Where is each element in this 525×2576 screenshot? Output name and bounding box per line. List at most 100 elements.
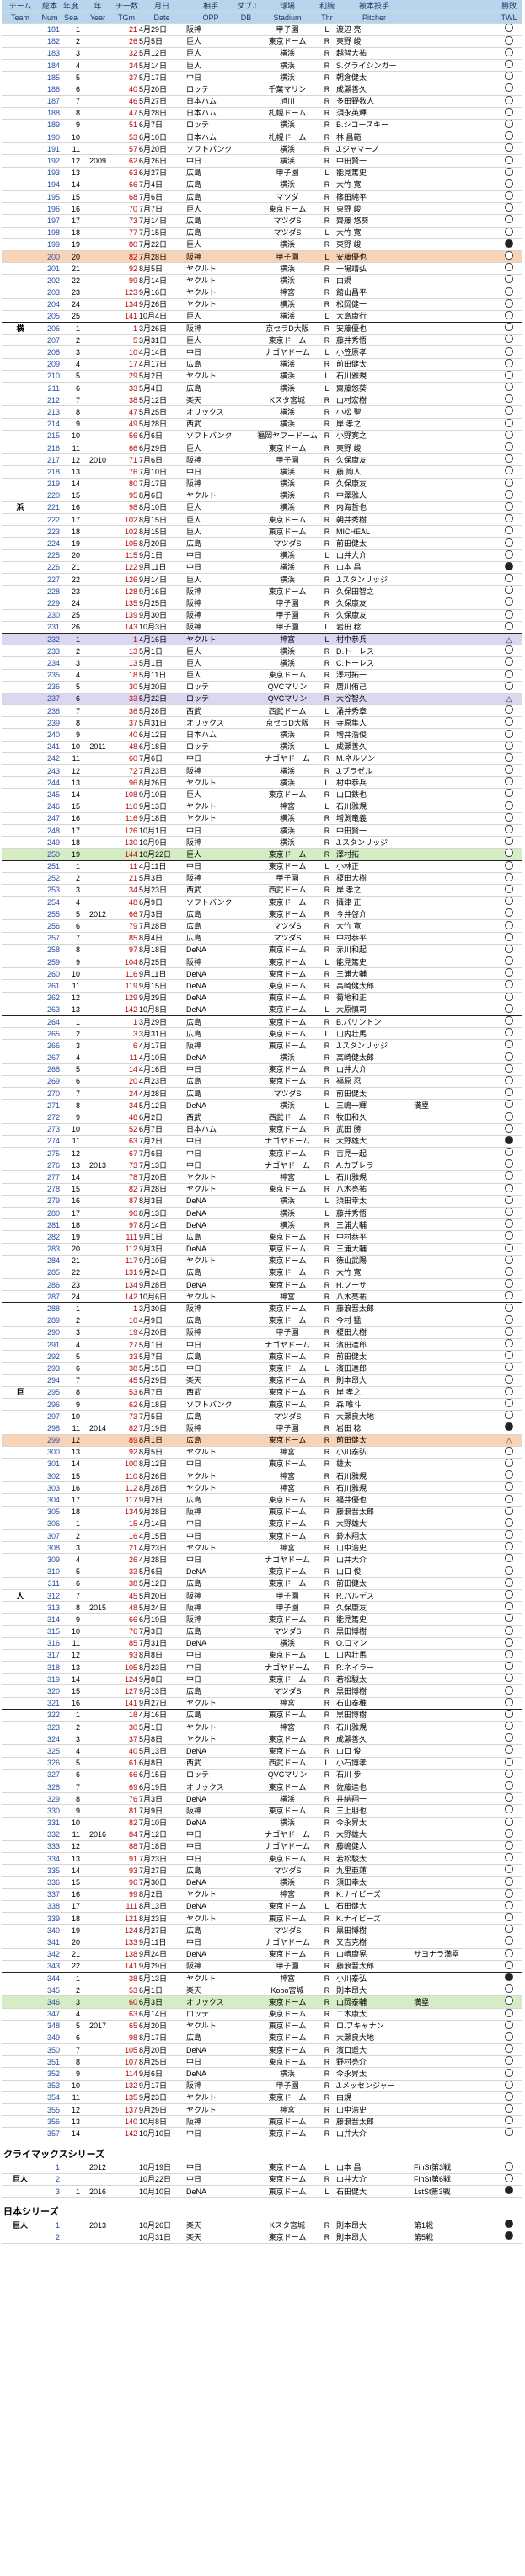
- cell-note: [413, 358, 496, 371]
- cell-year: [81, 142, 115, 156]
- cell-team-game: 112: [115, 1243, 138, 1256]
- cell-opponent: 中日: [185, 1159, 236, 1172]
- cell-stadium: 東京ドーム: [256, 1075, 319, 1089]
- cell-opponent: 広島: [185, 1864, 236, 1877]
- cell-result: [496, 1063, 522, 1076]
- table-row: 185 5 37 5月17日 中日 横浜 R 朝倉健太: [2, 71, 522, 84]
- cell-stadium: マツダS: [256, 932, 319, 945]
- cell-stadium: 神宮: [256, 1290, 319, 1304]
- cell-team-game: 19: [115, 1326, 138, 1340]
- cell-date: 8月23日: [138, 1912, 185, 1925]
- cell-doubleheader: [236, 2043, 256, 2057]
- cell-stadium: 横浜: [256, 1637, 319, 1650]
- cell-opponent: 巨人: [185, 35, 236, 48]
- cell-result: [496, 418, 522, 431]
- cell-team-game: 63: [115, 1135, 138, 1149]
- table-row: 345 2 53 6月1日 楽天 Kobo宮城 R 則本昂大: [2, 1984, 522, 1997]
- cell-team-game: 17: [115, 358, 138, 371]
- table-row: 331 10 82 7月10日 DeNA 横浜 R 今永昇太: [2, 1817, 522, 1829]
- cell-stadium: 東京ドーム: [256, 2032, 319, 2045]
- cell-note: [413, 2103, 496, 2117]
- cell-note: [413, 1733, 496, 1746]
- cell-team-game: 98: [115, 2032, 138, 2045]
- cell-team-game: 135: [115, 2091, 138, 2105]
- cell-num: 321: [39, 1697, 61, 1710]
- cell-team: [2, 537, 39, 550]
- cell-doubleheader: [236, 2020, 256, 2032]
- cell-num: 248: [39, 824, 61, 838]
- win-circle-icon: [505, 621, 513, 630]
- cell-throws: L: [319, 227, 335, 239]
- cell-opponent: 広島: [185, 1027, 236, 1041]
- cell-team-game: 127: [115, 1684, 138, 1698]
- cell-stadium: 東京ドーム: [256, 1230, 319, 1244]
- cell-date: 6月18日: [138, 1398, 185, 1411]
- cell-pitcher: 篠田純平: [335, 190, 413, 204]
- cell-season-num: 20: [61, 250, 81, 264]
- cell-opponent: 広島: [185, 1350, 236, 1363]
- cell-throws: L: [319, 1900, 335, 1914]
- cell-date: 9月11日: [138, 1936, 185, 1949]
- cell-doubleheader: [236, 1649, 256, 1663]
- cell-team: [2, 250, 39, 264]
- cell-team: [2, 1566, 39, 1578]
- cell-date: 7月6日: [138, 453, 185, 467]
- cell-team-game: 117: [115, 1493, 138, 1507]
- cell-throws: R: [319, 1948, 335, 1961]
- cell-team: [2, 418, 39, 431]
- cell-result: [496, 812, 522, 825]
- cell-season-num: 7: [61, 1589, 81, 1603]
- cell-throws: L: [319, 370, 335, 383]
- cell-result: [496, 1111, 522, 1124]
- cell-opponent: ヤクルト: [185, 1721, 236, 1734]
- cell-throws: R: [319, 1493, 335, 1507]
- win-circle-icon: [505, 2032, 513, 2041]
- cell-opponent: 中日: [185, 860, 236, 873]
- cell-season-num: 4: [61, 1338, 81, 1352]
- cell-opponent: 日本ハム: [185, 1123, 236, 1136]
- cell-team: [2, 1135, 39, 1149]
- cell-team: [2, 142, 39, 156]
- cell-result: [496, 1673, 522, 1686]
- cell-note: [413, 1207, 496, 1220]
- table-row: 302 15 110 8月26日 ヤクルト 神宮 R 石川雅規: [2, 1470, 522, 1483]
- cell-stadium: 東京ドーム: [256, 2055, 319, 2069]
- cell-date: 4月14日: [138, 345, 185, 359]
- cell-opponent: ヤクルト: [185, 1972, 236, 1985]
- cell-season-num: 4: [61, 1052, 81, 1064]
- cell-pitcher: 黒田博樹: [335, 1684, 413, 1698]
- cell-year: [81, 1255, 115, 1267]
- cell-num: 346: [39, 1995, 61, 2009]
- cell-date: 6月8日: [138, 1757, 185, 1770]
- cell-date: 10月10日: [138, 2127, 185, 2140]
- win-circle-icon: [505, 825, 513, 834]
- cell-season-num: 19: [61, 537, 81, 550]
- cell-result: [496, 1195, 522, 1208]
- cell-doubleheader: [236, 1087, 256, 1101]
- win-circle-icon: [505, 1530, 513, 1540]
- cell-doubleheader: [236, 1278, 256, 1292]
- cell-note: [413, 1350, 496, 1363]
- cell-doubleheader: [236, 1063, 256, 1076]
- cell-team-game: 70: [115, 202, 138, 216]
- cell-team-game: 97: [115, 1218, 138, 1232]
- table-row: 229 24 135 9月25日 阪神 甲子園 R 久保康友: [2, 597, 522, 610]
- cell-pitcher: 山井大介: [335, 2173, 413, 2186]
- cell-throws: R: [319, 334, 335, 347]
- cell-num: 296: [39, 1398, 61, 1411]
- cell-year: [81, 2091, 115, 2105]
- cell-result: [496, 1876, 522, 1889]
- cell-year: [81, 107, 115, 120]
- cell-throws: R: [319, 59, 335, 72]
- cell-result: [496, 1326, 522, 1340]
- cell-year: [81, 465, 115, 479]
- cell-year: [81, 1936, 115, 1949]
- cell-opponent: 広島: [185, 227, 236, 239]
- cell-pitcher: 久保康友: [335, 597, 413, 610]
- cell-year: [81, 1577, 115, 1590]
- cell-team: [2, 1183, 39, 1196]
- cell-throws: R: [319, 645, 335, 658]
- cell-opponent: DeNA: [185, 1792, 236, 1806]
- cell-pitcher: 高崎健太郎: [335, 1052, 413, 1064]
- cell-team: [2, 812, 39, 825]
